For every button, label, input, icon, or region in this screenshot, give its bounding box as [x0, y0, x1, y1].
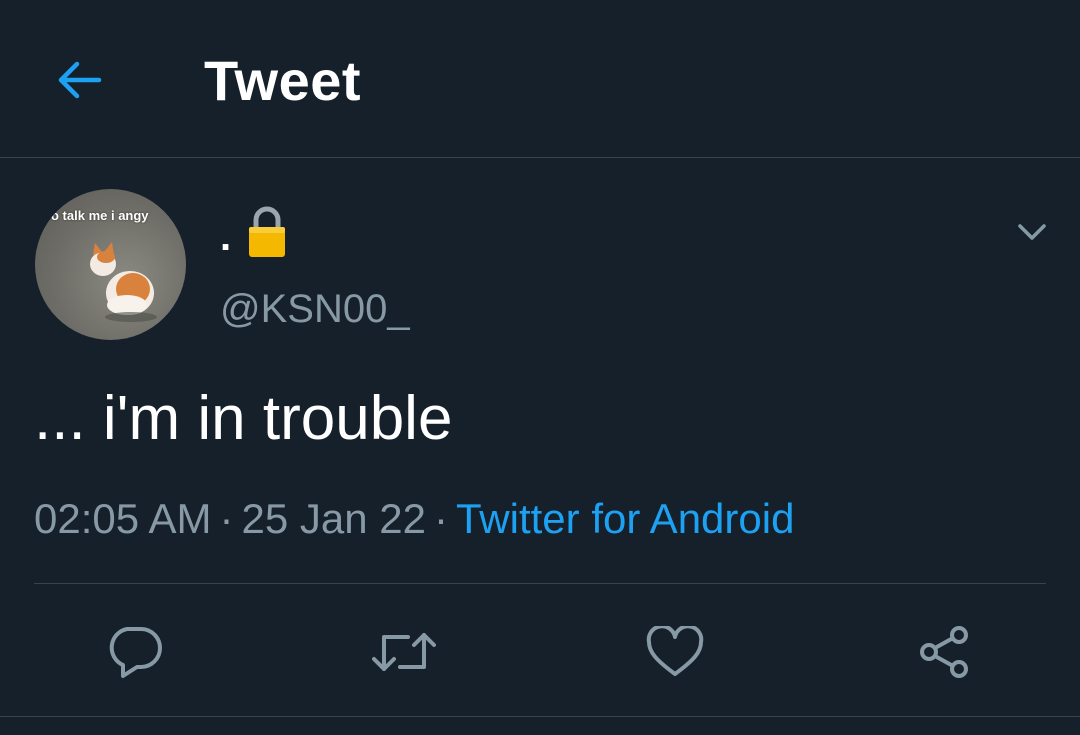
display-name-text: .: [220, 214, 232, 259]
reply-button[interactable]: [103, 622, 167, 682]
retweet-button[interactable]: [372, 622, 436, 682]
tweet-source-link[interactable]: Twitter for Android: [456, 495, 794, 542]
avatar-caption: o talk me i angy: [51, 208, 149, 223]
avatar[interactable]: o talk me i angy: [35, 189, 186, 340]
share-icon: [920, 626, 968, 678]
reply-icon: [109, 627, 162, 678]
tweet-options-button[interactable]: [1010, 215, 1054, 249]
chevron-down-icon: [1018, 224, 1046, 240]
tweet-text: ... i'm in trouble: [34, 384, 453, 453]
display-name[interactable]: .: [220, 205, 287, 269]
separator-dot: ·: [219, 495, 234, 542]
arrow-left-icon: [58, 61, 102, 99]
page-title: Tweet: [204, 49, 362, 112]
action-bar: [0, 584, 1080, 715]
tweet-time: 02:05 AM: [34, 495, 212, 542]
retweet-icon: [372, 633, 436, 671]
back-button[interactable]: [50, 52, 108, 108]
tweet-detail: o talk me i angy . @KSN00_ ... i'm in tr…: [0, 159, 1080, 716]
lock-icon: [247, 205, 287, 269]
share-button[interactable]: [913, 622, 977, 682]
tweet-date: 25 Jan 22: [241, 495, 426, 542]
like-button[interactable]: [643, 622, 707, 682]
separator-dot: ·: [433, 495, 448, 542]
tweet-metadata: 02:05 AM · 25 Jan 22 · Twitter for Android: [34, 495, 794, 543]
heart-icon: [646, 626, 704, 676]
user-handle[interactable]: @KSN00_: [220, 287, 410, 332]
divider: [0, 716, 1080, 717]
top-app-bar: Tweet: [0, 0, 1080, 158]
